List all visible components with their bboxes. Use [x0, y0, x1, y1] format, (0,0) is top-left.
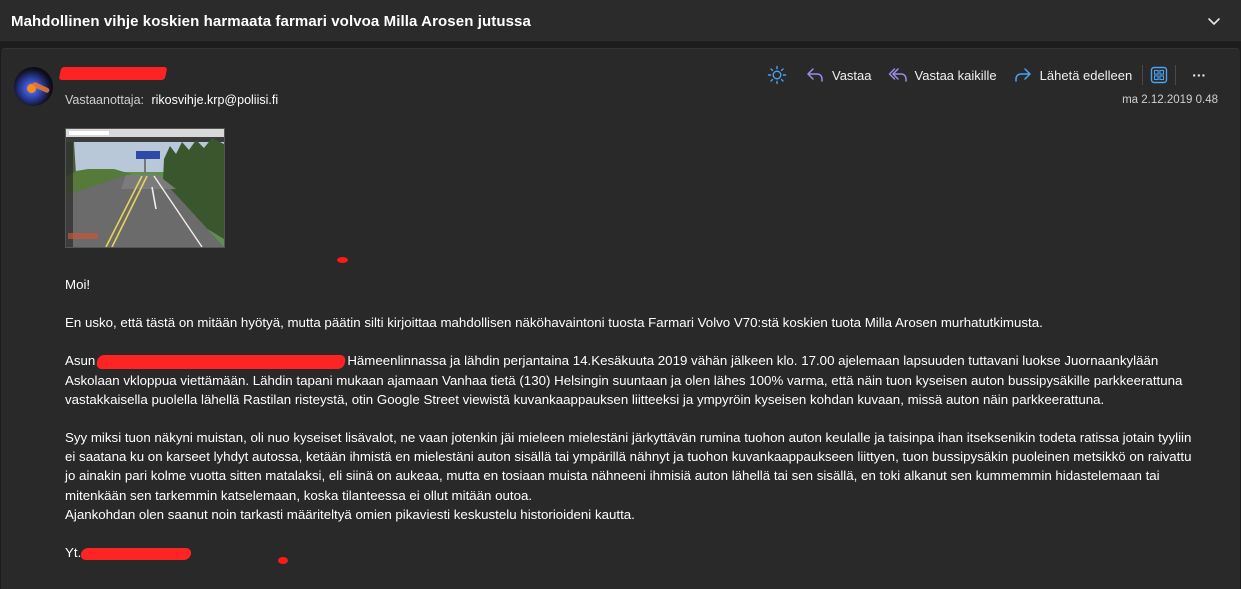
email-body: Moi! En usko, että tästä on mitään hyöty… — [65, 275, 1205, 562]
immersive-reader-icon[interactable] — [1149, 65, 1169, 85]
recipient-address[interactable]: rikosvihje.krp@poliisi.fi — [151, 93, 278, 107]
recipient-row: Vastaanottaja: rikosvihje.krp@poliisi.fi — [65, 93, 278, 107]
reply-all-button[interactable]: Vastaa kaikille — [888, 65, 997, 85]
paragraph-2-start: Asun — [65, 353, 96, 369]
paragraph-1: En usko, että tästä on mitään hyötyä, mu… — [65, 315, 1043, 331]
toolbar-divider — [1175, 65, 1177, 85]
sent-date: ma 2.12.2019 0.48 — [1122, 94, 1218, 106]
attachment-thumbnail[interactable] — [65, 128, 225, 248]
email-subject: Mahdollinen vihje koskien harmaata farma… — [11, 13, 531, 30]
forward-label: Lähetä edelleen — [1039, 67, 1133, 83]
signature-redaction — [80, 547, 193, 560]
more-icon[interactable]: ··· — [1186, 65, 1212, 85]
message-toolbar: Vastaa Vastaa kaikille Lähetä edelleen ·… — [767, 63, 1212, 87]
greeting: Moi! — [65, 277, 91, 292]
reply-button[interactable]: Vastaa — [805, 65, 872, 85]
sender-avatar[interactable] — [14, 67, 53, 106]
sender-name-redacted — [58, 67, 168, 80]
recipient-label: Vastaanottaja: — [65, 93, 144, 107]
brightness-icon[interactable] — [767, 65, 787, 85]
red-mark — [337, 257, 348, 263]
forward-button[interactable]: Lähetä edelleen — [1013, 65, 1133, 85]
reply-icon — [805, 65, 825, 85]
paragraph-4: Ajankohdan olen saanut noin tarkasti mää… — [65, 506, 635, 522]
forward-icon — [1013, 65, 1033, 85]
signoff: Yt. — [65, 543, 1205, 562]
address-redaction — [96, 354, 347, 369]
paragraph-2: Asun Hämeenlinnassa ja lähdin perjantaina… — [65, 351, 1205, 409]
reply-all-label: Vastaa kaikille — [914, 67, 997, 83]
signoff-text: Yt. — [65, 545, 82, 561]
reply-label: Vastaa — [832, 67, 872, 83]
chevron-down-icon[interactable] — [1203, 10, 1225, 32]
toolbar-divider — [1142, 65, 1144, 85]
reply-all-icon — [888, 65, 908, 85]
paragraph-3: Syy miksi tuon näkyni muistan, oli nuo k… — [65, 430, 1192, 503]
subject-bar: Mahdollinen vihje koskien harmaata farma… — [0, 0, 1241, 42]
